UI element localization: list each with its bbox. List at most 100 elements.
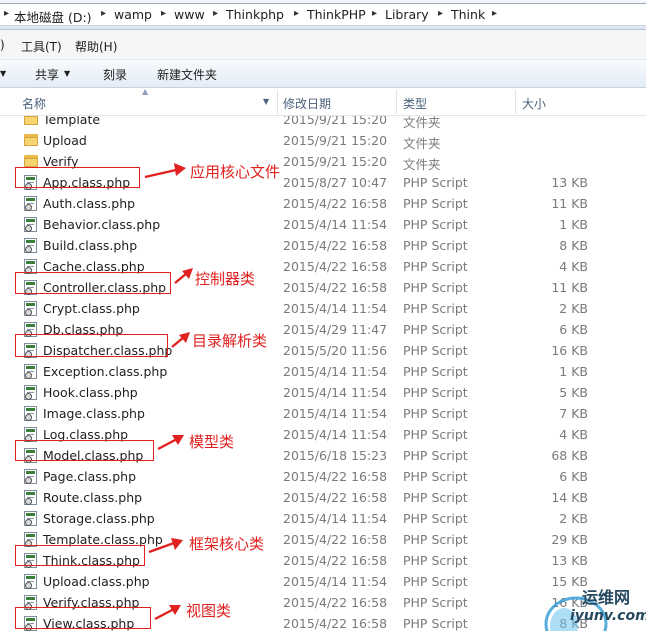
- highlight-box: [15, 334, 168, 357]
- highlight-box: [15, 167, 140, 188]
- file-size: 1 KB: [559, 217, 588, 232]
- file-type: PHP Script: [403, 238, 468, 253]
- breadcrumb-thinkphp[interactable]: Thinkphp: [226, 7, 284, 22]
- highlight-box: [15, 545, 145, 566]
- file-row[interactable]: Template 2015/9/21 15:20 文件夹: [0, 116, 646, 130]
- breadcrumb-drive[interactable]: 本地磁盘 (D:): [14, 7, 92, 26]
- arrow-icon: [171, 332, 190, 348]
- address-bar: ▸ 本地磁盘 (D:) ▸ wamp ▸ www ▸ Thinkphp ▸ Th…: [0, 0, 646, 30]
- chevron-right-icon[interactable]: ▸: [294, 8, 299, 19]
- file-type: PHP Script: [403, 175, 468, 190]
- file-date: 2015/4/14 11:54: [283, 385, 388, 400]
- highlight-box: [15, 272, 171, 294]
- column-divider[interactable]: [515, 90, 516, 114]
- burn-button[interactable]: 刻录: [103, 66, 127, 83]
- chevron-right-icon[interactable]: ▸: [161, 8, 166, 19]
- arrow-icon: [154, 605, 181, 621]
- breadcrumb-wamp[interactable]: wamp: [114, 7, 152, 22]
- arrow-icon: [174, 268, 193, 284]
- file-size: 13 KB: [551, 553, 588, 568]
- file-type: PHP Script: [403, 217, 468, 232]
- menu-tools[interactable]: 工具(T): [21, 38, 62, 55]
- chevron-right-icon[interactable]: ▸: [372, 8, 377, 19]
- php-file-icon: [24, 217, 37, 232]
- new-folder-button[interactable]: 新建文件夹: [157, 66, 217, 83]
- file-row[interactable]: Build.class.php 2015/4/22 16:58 PHP Script…: [0, 235, 646, 256]
- chevron-down-icon[interactable]: ▼: [64, 69, 70, 78]
- chevron-right-icon[interactable]: ▸: [101, 8, 106, 19]
- file-row[interactable]: Page.class.php 2015/4/22 16:58 PHP Script 6…: [0, 466, 646, 487]
- file-size: 8 KB: [559, 238, 588, 253]
- file-size: 16 KB: [551, 343, 588, 358]
- file-type: PHP Script: [403, 301, 468, 316]
- highlight-box: [15, 440, 154, 461]
- file-date: 2015/4/14 11:54: [283, 511, 388, 526]
- chevron-right-icon[interactable]: ▸: [4, 8, 9, 19]
- file-type: PHP Script: [403, 259, 468, 274]
- file-size: 4 KB: [559, 259, 588, 274]
- file-size: 2 KB: [559, 301, 588, 316]
- chevron-right-icon[interactable]: ▸: [213, 8, 218, 19]
- file-row[interactable]: Hook.class.php 2015/4/14 11:54 PHP Script 5…: [0, 382, 646, 403]
- share-button[interactable]: 共享: [35, 66, 59, 83]
- file-date: 2015/4/22 16:58: [283, 595, 388, 610]
- file-row[interactable]: Crypt.class.php 2015/4/14 11:54 PHP Script…: [0, 298, 646, 319]
- file-name: Page.class.php: [43, 469, 137, 484]
- file-row[interactable]: Behavior.class.php 2015/4/14 11:54 PHP Scr…: [0, 214, 646, 235]
- php-file-icon: [24, 364, 37, 379]
- file-row[interactable]: Image.class.php 2015/4/14 11:54 PHP Script…: [0, 403, 646, 424]
- chevron-down-icon[interactable]: ▼: [263, 97, 269, 106]
- file-row[interactable]: Upload 2015/9/21 15:20 文件夹: [0, 130, 646, 151]
- file-type: PHP Script: [403, 364, 468, 379]
- breadcrumb-library[interactable]: Library: [385, 7, 429, 22]
- file-row[interactable]: Auth.class.php 2015/4/22 16:58 PHP Script 1…: [0, 193, 646, 214]
- file-date: 2015/4/22 16:58: [283, 238, 388, 253]
- chevron-down-icon[interactable]: ▼: [0, 69, 6, 78]
- file-row[interactable]: Route.class.php 2015/4/22 16:58 PHP Script…: [0, 487, 646, 508]
- file-type: PHP Script: [403, 595, 468, 610]
- file-size: 11 KB: [551, 280, 588, 295]
- file-type: PHP Script: [403, 385, 468, 400]
- file-date: 2015/4/14 11:54: [283, 574, 388, 589]
- file-size: 6 KB: [559, 322, 588, 337]
- file-date: 2015/5/20 11:56: [283, 343, 388, 358]
- chevron-right-icon[interactable]: ▸: [492, 8, 497, 19]
- file-size: 6 KB: [559, 469, 588, 484]
- file-name: Template: [43, 116, 101, 127]
- breadcrumb-think[interactable]: Think: [451, 7, 485, 22]
- php-file-icon: [24, 238, 37, 253]
- file-row[interactable]: Storage.class.php 2015/4/14 11:54 PHP Scri…: [0, 508, 646, 529]
- file-name: Build.class.php: [43, 238, 138, 253]
- column-divider[interactable]: [277, 90, 278, 114]
- menu-item-partial[interactable]: ): [0, 38, 5, 52]
- column-divider[interactable]: [396, 90, 397, 114]
- breadcrumb-thinkphp-core[interactable]: ThinkPHP: [307, 7, 366, 22]
- file-type: PHP Script: [403, 322, 468, 337]
- address-box[interactable]: ▸ 本地磁盘 (D:) ▸ wamp ▸ www ▸ Thinkphp ▸ Th…: [0, 3, 646, 26]
- menu-bar: ) 工具(T) 帮助(H): [0, 30, 646, 60]
- php-file-icon: [24, 196, 37, 211]
- file-type: PHP Script: [403, 427, 468, 442]
- file-name: Upload.class.php: [43, 574, 150, 589]
- file-type: PHP Script: [403, 490, 468, 505]
- file-date: 2015/6/18 15:23: [283, 448, 388, 463]
- file-type: PHP Script: [403, 469, 468, 484]
- folder-icon: [24, 134, 38, 146]
- chevron-right-icon[interactable]: ▸: [438, 8, 443, 19]
- column-size[interactable]: 大小: [522, 95, 546, 112]
- file-type: PHP Script: [403, 406, 468, 421]
- menu-help[interactable]: 帮助(H): [75, 38, 117, 55]
- file-name: Hook.class.php: [43, 385, 138, 400]
- file-date: 2015/4/22 16:58: [283, 616, 388, 631]
- file-size: 14 KB: [551, 490, 588, 505]
- column-type[interactable]: 类型: [403, 95, 427, 112]
- annotation-dispatcher: 目录解析类: [192, 332, 268, 350]
- php-file-icon: [24, 490, 37, 505]
- file-row[interactable]: Exception.class.php 2015/4/14 11:54 PHP Sc…: [0, 361, 646, 382]
- file-date: 2015/9/21 15:20: [283, 133, 388, 148]
- file-name: Crypt.class.php: [43, 301, 140, 316]
- breadcrumb-www[interactable]: www: [174, 7, 205, 22]
- file-type: 文件夹: [403, 157, 441, 172]
- column-name[interactable]: 名称: [22, 95, 46, 112]
- column-date[interactable]: 修改日期: [283, 95, 331, 112]
